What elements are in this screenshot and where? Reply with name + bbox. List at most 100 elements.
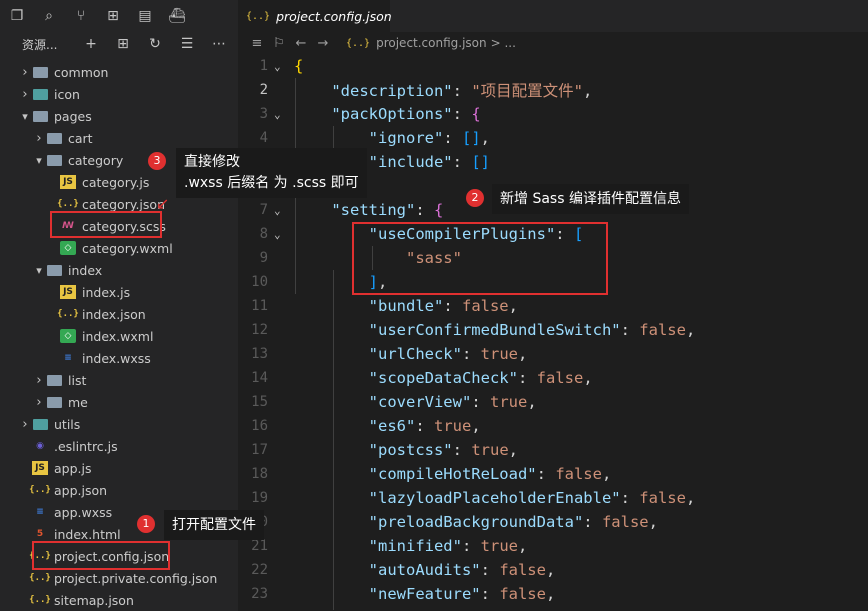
tree-item[interactable]: ◇ index.wxml (0, 325, 153, 347)
code-token: false (536, 369, 584, 387)
more-icon[interactable]: ⋯ (208, 36, 230, 52)
highlight-project-config (32, 541, 170, 570)
fold-chevron-icon[interactable]: ⌄ (274, 204, 288, 217)
list-icon[interactable]: ≡ (246, 36, 268, 51)
chevron-right-icon: › (36, 130, 42, 146)
code-text: "postcss": true, (294, 441, 518, 459)
tree-item-label: index.json (82, 306, 146, 322)
tree-item-label: category.js (82, 174, 150, 190)
tab-project-config[interactable]: {..} project.config.json (238, 0, 392, 32)
folder-open-icon (32, 109, 48, 123)
tree-item[interactable]: ≡ index.wxss (0, 347, 151, 369)
code-token: true (480, 345, 518, 363)
code-text: "userConfirmedBundleSwitch": false, (294, 321, 696, 339)
tree-item[interactable]: JS category.js (0, 171, 149, 193)
tree-item[interactable]: › me (0, 391, 87, 413)
tree-item[interactable]: › common (0, 61, 108, 83)
json-file-icon: {..} (29, 573, 51, 583)
tree-item[interactable]: {..} index.json (0, 303, 146, 325)
wxss-file-icon: ≡ (64, 353, 72, 363)
tree-item[interactable]: › cart (0, 127, 93, 149)
tree-item-label: cart (68, 130, 93, 146)
code-text: "lazyloadPlaceholderEnable": false, (294, 489, 696, 507)
tree-item[interactable]: ≡ app.wxss (0, 501, 112, 523)
tree-item[interactable]: › list (0, 369, 86, 391)
add-icon[interactable]: + (80, 36, 102, 52)
bookmark-icon[interactable]: ⚐ (268, 36, 290, 51)
code-line: 2 "description": "项目配置文件", (238, 78, 868, 102)
tree-item-label: sitemap.json (54, 592, 134, 608)
code-token: : (620, 489, 640, 507)
code-token: : (443, 129, 462, 147)
tree-item[interactable]: › icon (0, 83, 80, 105)
folder-icon (46, 395, 62, 409)
folder-shape (32, 418, 48, 430)
docker-icon[interactable]: ⛴ (168, 7, 186, 25)
code-line: 3 ⌄ "packOptions": { (238, 102, 868, 126)
code-token: , (685, 489, 696, 507)
tree-item[interactable]: {..} project.private.config.json (0, 567, 217, 589)
back-icon[interactable]: ← (290, 36, 312, 51)
line-number: 12 (251, 322, 268, 338)
source-control-icon[interactable]: ⑂ (72, 7, 90, 25)
tree-item[interactable]: JS index.js (0, 281, 130, 303)
new-folder-icon[interactable]: ⊞ (112, 36, 134, 52)
folder-icon (32, 417, 48, 431)
code-token: "autoAudits" (368, 561, 481, 579)
step-2-note: 新增 Sass 编译插件配置信息 (492, 184, 689, 214)
line-number: 9 (259, 250, 268, 266)
code-text: "urlCheck": true, (294, 345, 528, 363)
chevron-down-icon: ▾ (36, 263, 42, 277)
code-token: "postcss" (368, 441, 453, 459)
js-file-icon: JS (60, 285, 76, 299)
json-file-icon: {..} (29, 485, 51, 495)
tree-item-label: category (68, 152, 124, 168)
line-number: 17 (251, 442, 268, 458)
code-token: true (489, 393, 528, 411)
chevron-down-icon: ▾ (22, 109, 28, 123)
tree-item[interactable]: › utils (0, 413, 80, 435)
files-icon[interactable]: ❐ (8, 7, 26, 25)
fold-chevron-icon[interactable]: ⌄ (274, 60, 288, 73)
code-token: "userConfirmedBundleSwitch" (368, 321, 621, 339)
line-number: 23 (251, 586, 268, 602)
tree-item[interactable]: ◉ .eslintrc.js (0, 435, 118, 457)
code-editor[interactable]: 1 ⌄ {2 "description": "项目配置文件", 3 ⌄ "packOpt… (238, 54, 868, 611)
forward-icon[interactable]: → (312, 36, 334, 51)
line-number: 16 (251, 418, 268, 434)
storage-icon[interactable]: ▤ (136, 7, 154, 25)
line-number: 22 (251, 562, 268, 578)
tree-item[interactable]: ◇ category.wxml (0, 237, 173, 259)
chevron-right-icon: › (36, 394, 42, 410)
tree-item[interactable]: ▾ index (0, 259, 102, 281)
folder-shape (46, 132, 62, 144)
search-icon[interactable]: ⌕ (40, 7, 58, 25)
line-number: 10 (251, 274, 268, 290)
tree-item[interactable]: JS app.js (0, 457, 92, 479)
code-token: "setting" (331, 201, 416, 219)
tab-label: project.config.json (276, 8, 392, 24)
fold-chevron-icon[interactable]: ⌄ (274, 108, 288, 121)
code-token: "lazyloadPlaceholderEnable" (368, 489, 621, 507)
code-token: , (517, 537, 528, 555)
tree-item[interactable]: ▾ pages (0, 105, 92, 127)
tree-item[interactable]: ▾ category (0, 149, 123, 171)
fold-chevron-icon[interactable]: ⌄ (274, 228, 288, 241)
refresh-icon[interactable]: ↻ (144, 36, 166, 52)
tree-item-label: category.json (82, 196, 165, 212)
breadcrumb-file[interactable]: {..} project.config.json > ... (346, 36, 516, 50)
tree-item[interactable]: {..} sitemap.json (0, 589, 134, 611)
tree-item[interactable]: {..} app.json (0, 479, 107, 501)
tab-bar: {..} project.config.json (238, 0, 868, 32)
collapse-icon[interactable]: ☰ (176, 36, 198, 52)
chevron-right-icon: › (22, 416, 28, 432)
line-number: 13 (251, 346, 268, 362)
extensions-icon[interactable]: ⊞ (104, 7, 122, 25)
